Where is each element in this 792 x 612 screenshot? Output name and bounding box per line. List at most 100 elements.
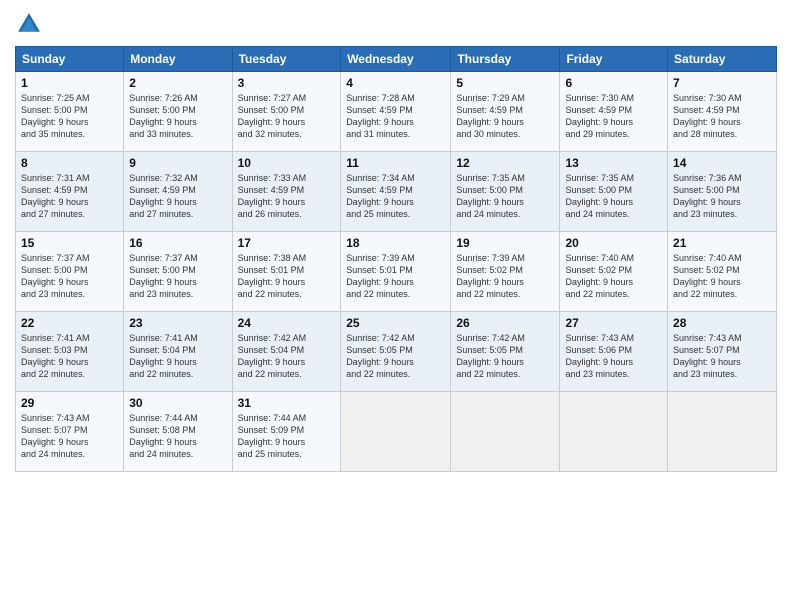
calendar-cell: 10 Sunrise: 7:33 AM Sunset: 4:59 PM Dayli… — [232, 152, 341, 232]
calendar-cell: 16 Sunrise: 7:37 AM Sunset: 5:00 PM Dayli… — [124, 232, 232, 312]
calendar-week-2: 8Sunrise: 7:31 AM Sunset: 4:59 PM Daylig… — [16, 152, 777, 232]
day-number: 4 — [346, 76, 445, 90]
calendar-cell: 12 Sunrise: 7:35 AM Sunset: 5:00 PM Dayli… — [451, 152, 560, 232]
day-info: Sunrise: 7:36 AM Sunset: 5:00 PM Dayligh… — [673, 172, 771, 221]
calendar-header-row: SundayMondayTuesdayWednesdayThursdayFrid… — [16, 47, 777, 72]
calendar-cell: 7Sunrise: 7:30 AM Sunset: 4:59 PM Daylig… — [668, 72, 777, 152]
calendar-cell: 11 Sunrise: 7:34 AM Sunset: 4:59 PM Dayli… — [341, 152, 451, 232]
day-number: 19 — [456, 236, 554, 250]
day-number: 17 — [238, 236, 336, 250]
calendar-cell: 30 Sunrise: 7:44 AM Sunset: 5:08 PM Dayli… — [124, 392, 232, 472]
day-number: 24 — [238, 316, 336, 330]
day-info: Sunrise: 7:38 AM Sunset: 5:01 PM Dayligh… — [238, 252, 336, 301]
calendar-table: SundayMondayTuesdayWednesdayThursdayFrid… — [15, 46, 777, 472]
day-info: Sunrise: 7:44 AM Sunset: 5:09 PM Dayligh… — [238, 412, 336, 461]
day-info: Sunrise: 7:33 AM Sunset: 4:59 PM Dayligh… — [238, 172, 336, 221]
calendar-cell: 1 Sunrise: 7:25 AM Sunset: 5:00 PM Daylig… — [16, 72, 124, 152]
calendar-week-1: 1 Sunrise: 7:25 AM Sunset: 5:00 PM Daylig… — [16, 72, 777, 152]
day-info: Sunrise: 7:41 AM Sunset: 5:04 PM Dayligh… — [129, 332, 226, 381]
day-info: Sunrise: 7:29 AM Sunset: 4:59 PM Dayligh… — [456, 92, 554, 141]
calendar-week-4: 22Sunrise: 7:41 AM Sunset: 5:03 PM Dayli… — [16, 312, 777, 392]
day-number: 28 — [673, 316, 771, 330]
calendar-cell: 14 Sunrise: 7:36 AM Sunset: 5:00 PM Dayli… — [668, 152, 777, 232]
day-number: 1 — [21, 76, 118, 90]
day-number: 3 — [238, 76, 336, 90]
day-info: Sunrise: 7:25 AM Sunset: 5:00 PM Dayligh… — [21, 92, 118, 141]
calendar-cell: 6 Sunrise: 7:30 AM Sunset: 4:59 PM Daylig… — [560, 72, 668, 152]
day-header-saturday: Saturday — [668, 47, 777, 72]
day-number: 9 — [129, 156, 226, 170]
day-info: Sunrise: 7:26 AM Sunset: 5:00 PM Dayligh… — [129, 92, 226, 141]
calendar-cell: 4 Sunrise: 7:28 AM Sunset: 4:59 PM Daylig… — [341, 72, 451, 152]
day-header-tuesday: Tuesday — [232, 47, 341, 72]
day-number: 16 — [129, 236, 226, 250]
calendar-week-5: 29 Sunrise: 7:43 AM Sunset: 5:07 PM Dayli… — [16, 392, 777, 472]
page-header — [15, 10, 777, 38]
day-info: Sunrise: 7:32 AM Sunset: 4:59 PM Dayligh… — [129, 172, 226, 221]
day-info: Sunrise: 7:43 AM Sunset: 5:06 PM Dayligh… — [565, 332, 662, 381]
day-info: Sunrise: 7:43 AM Sunset: 5:07 PM Dayligh… — [673, 332, 771, 381]
calendar-cell: 8Sunrise: 7:31 AM Sunset: 4:59 PM Daylig… — [16, 152, 124, 232]
calendar-cell: 21Sunrise: 7:40 AM Sunset: 5:02 PM Dayli… — [668, 232, 777, 312]
calendar-cell — [560, 392, 668, 472]
calendar-cell: 13 Sunrise: 7:35 AM Sunset: 5:00 PM Dayli… — [560, 152, 668, 232]
day-info: Sunrise: 7:42 AM Sunset: 5:04 PM Dayligh… — [238, 332, 336, 381]
day-info: Sunrise: 7:35 AM Sunset: 5:00 PM Dayligh… — [565, 172, 662, 221]
day-number: 20 — [565, 236, 662, 250]
day-info: Sunrise: 7:34 AM Sunset: 4:59 PM Dayligh… — [346, 172, 445, 221]
calendar-cell: 24 Sunrise: 7:42 AM Sunset: 5:04 PM Dayli… — [232, 312, 341, 392]
day-number: 27 — [565, 316, 662, 330]
day-number: 23 — [129, 316, 226, 330]
day-number: 14 — [673, 156, 771, 170]
day-number: 13 — [565, 156, 662, 170]
calendar-cell: 31 Sunrise: 7:44 AM Sunset: 5:09 PM Dayli… — [232, 392, 341, 472]
day-number: 12 — [456, 156, 554, 170]
day-number: 10 — [238, 156, 336, 170]
day-number: 11 — [346, 156, 445, 170]
day-info: Sunrise: 7:42 AM Sunset: 5:05 PM Dayligh… — [456, 332, 554, 381]
day-number: 6 — [565, 76, 662, 90]
calendar-cell: 18 Sunrise: 7:39 AM Sunset: 5:01 PM Dayli… — [341, 232, 451, 312]
day-info: Sunrise: 7:43 AM Sunset: 5:07 PM Dayligh… — [21, 412, 118, 461]
calendar-cell: 20 Sunrise: 7:40 AM Sunset: 5:02 PM Dayli… — [560, 232, 668, 312]
calendar-cell — [668, 392, 777, 472]
day-info: Sunrise: 7:35 AM Sunset: 5:00 PM Dayligh… — [456, 172, 554, 221]
calendar-cell: 3Sunrise: 7:27 AM Sunset: 5:00 PM Daylig… — [232, 72, 341, 152]
day-info: Sunrise: 7:39 AM Sunset: 5:01 PM Dayligh… — [346, 252, 445, 301]
day-number: 5 — [456, 76, 554, 90]
calendar-week-3: 15Sunrise: 7:37 AM Sunset: 5:00 PM Dayli… — [16, 232, 777, 312]
day-number: 22 — [21, 316, 118, 330]
page-container: SundayMondayTuesdayWednesdayThursdayFrid… — [0, 0, 792, 482]
calendar-cell: 5 Sunrise: 7:29 AM Sunset: 4:59 PM Daylig… — [451, 72, 560, 152]
calendar-cell: 2Sunrise: 7:26 AM Sunset: 5:00 PM Daylig… — [124, 72, 232, 152]
calendar-cell: 25 Sunrise: 7:42 AM Sunset: 5:05 PM Dayli… — [341, 312, 451, 392]
day-info: Sunrise: 7:40 AM Sunset: 5:02 PM Dayligh… — [565, 252, 662, 301]
day-info: Sunrise: 7:40 AM Sunset: 5:02 PM Dayligh… — [673, 252, 771, 301]
day-header-friday: Friday — [560, 47, 668, 72]
logo-icon — [15, 10, 43, 38]
calendar-cell: 9 Sunrise: 7:32 AM Sunset: 4:59 PM Daylig… — [124, 152, 232, 232]
day-info: Sunrise: 7:37 AM Sunset: 5:00 PM Dayligh… — [129, 252, 226, 301]
day-number: 25 — [346, 316, 445, 330]
day-info: Sunrise: 7:30 AM Sunset: 4:59 PM Dayligh… — [565, 92, 662, 141]
calendar-cell: 27 Sunrise: 7:43 AM Sunset: 5:06 PM Dayli… — [560, 312, 668, 392]
calendar-cell — [451, 392, 560, 472]
day-info: Sunrise: 7:37 AM Sunset: 5:00 PM Dayligh… — [21, 252, 118, 301]
day-number: 26 — [456, 316, 554, 330]
day-number: 31 — [238, 396, 336, 410]
day-info: Sunrise: 7:31 AM Sunset: 4:59 PM Dayligh… — [21, 172, 118, 221]
calendar-cell: 28 Sunrise: 7:43 AM Sunset: 5:07 PM Dayli… — [668, 312, 777, 392]
calendar-cell: 29 Sunrise: 7:43 AM Sunset: 5:07 PM Dayli… — [16, 392, 124, 472]
calendar-cell: 22Sunrise: 7:41 AM Sunset: 5:03 PM Dayli… — [16, 312, 124, 392]
day-number: 18 — [346, 236, 445, 250]
day-info: Sunrise: 7:39 AM Sunset: 5:02 PM Dayligh… — [456, 252, 554, 301]
day-info: Sunrise: 7:28 AM Sunset: 4:59 PM Dayligh… — [346, 92, 445, 141]
day-number: 30 — [129, 396, 226, 410]
day-info: Sunrise: 7:44 AM Sunset: 5:08 PM Dayligh… — [129, 412, 226, 461]
day-info: Sunrise: 7:42 AM Sunset: 5:05 PM Dayligh… — [346, 332, 445, 381]
day-number: 29 — [21, 396, 118, 410]
calendar-cell — [341, 392, 451, 472]
day-header-monday: Monday — [124, 47, 232, 72]
day-header-thursday: Thursday — [451, 47, 560, 72]
calendar-cell: 15Sunrise: 7:37 AM Sunset: 5:00 PM Dayli… — [16, 232, 124, 312]
